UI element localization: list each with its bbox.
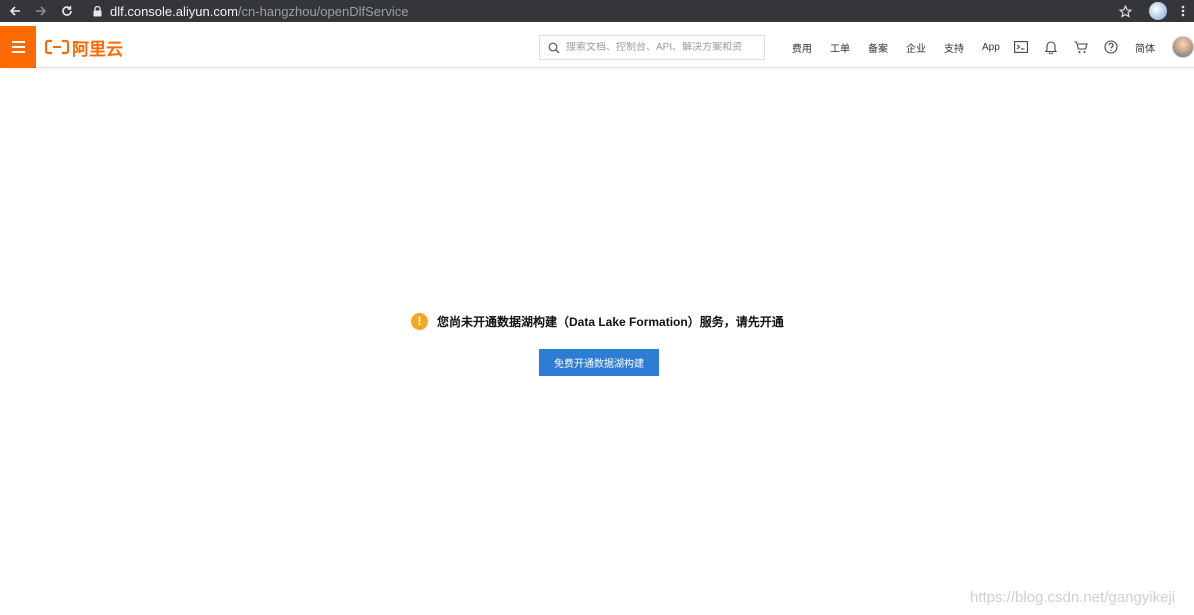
- url-host: dlf.console.aliyun.com: [110, 3, 238, 19]
- console-topbar: 阿里云 费用 工单 备案 企业 支持 App 简体: [0, 26, 1194, 68]
- hamburger-menu-icon[interactable]: [0, 26, 36, 68]
- bell-icon[interactable]: [1042, 38, 1060, 56]
- link-billing[interactable]: 费用: [792, 40, 812, 55]
- aliyun-logo[interactable]: 阿里云: [45, 37, 123, 59]
- global-search[interactable]: [539, 35, 765, 60]
- watermark-text: https://blog.csdn.net/gangyikeji: [970, 589, 1176, 606]
- aliyun-logo-icon: [45, 39, 69, 55]
- browser-profile-avatar[interactable]: [1149, 2, 1167, 20]
- language-switcher[interactable]: 简体: [1135, 40, 1155, 55]
- back-arrow-icon[interactable]: [4, 0, 26, 22]
- address-bar[interactable]: dlf.console.aliyun.com/cn-hangzhou/openD…: [90, 2, 408, 20]
- browser-toolbar: dlf.console.aliyun.com/cn-hangzhou/openD…: [0, 0, 1194, 22]
- link-app[interactable]: App: [982, 42, 1000, 53]
- link-enterprise[interactable]: 企业: [906, 40, 926, 55]
- top-links: 费用 工单 备案 企业 支持 App: [792, 26, 1018, 68]
- lock-icon: [90, 4, 104, 18]
- terminal-icon[interactable]: [1012, 38, 1030, 56]
- browser-menu-icon[interactable]: [1178, 2, 1188, 20]
- user-avatar[interactable]: [1172, 36, 1194, 58]
- top-icons: [1012, 26, 1132, 68]
- bookmark-star-icon[interactable]: [1116, 2, 1134, 20]
- link-tickets[interactable]: 工单: [830, 40, 850, 55]
- url-path: /cn-hangzhou/openDlfService: [237, 3, 409, 19]
- enable-service-button[interactable]: 免费开通数据湖构建: [539, 349, 659, 376]
- notice-text: 您尚未开通数据湖构建（Data Lake Formation）服务，请先开通: [437, 314, 784, 329]
- search-icon: [548, 42, 560, 53]
- service-not-enabled-notice: ! 您尚未开通数据湖构建（Data Lake Formation）服务，请先开通: [411, 312, 784, 330]
- link-icp-filing[interactable]: 备案: [868, 40, 888, 55]
- help-icon[interactable]: [1102, 38, 1120, 56]
- search-input[interactable]: [566, 42, 756, 53]
- cart-icon[interactable]: [1072, 38, 1090, 56]
- logo-text: 阿里云: [72, 39, 123, 59]
- forward-arrow-icon[interactable]: [30, 0, 52, 22]
- reload-icon[interactable]: [56, 0, 78, 22]
- link-support[interactable]: 支持: [944, 40, 964, 55]
- warning-icon: !: [411, 312, 428, 330]
